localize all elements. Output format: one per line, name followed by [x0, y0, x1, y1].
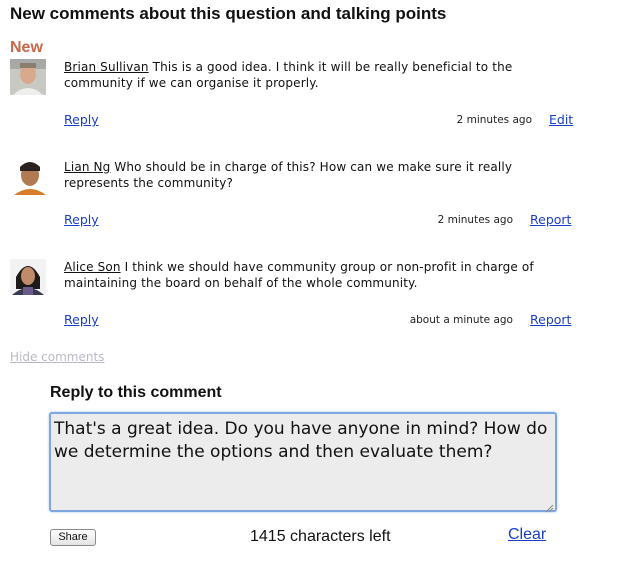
hide-comments-link[interactable]: Hide comments	[10, 350, 104, 364]
report-link[interactable]: Report	[530, 212, 571, 227]
clear-link[interactable]: Clear	[508, 526, 546, 544]
reply-link[interactable]: Reply	[64, 312, 99, 327]
comment-timestamp: 2 minutes ago	[456, 114, 532, 126]
report-link[interactable]: Report	[530, 312, 571, 327]
characters-left-counter: 1415 characters left	[250, 528, 391, 545]
comment-text: Alice Son I think we should have communi…	[64, 259, 569, 291]
reply-link[interactable]: Reply	[64, 212, 99, 227]
author-link[interactable]: Lian Ng	[64, 160, 110, 174]
reply-textarea[interactable]: That's a great idea. Do you have anyone …	[49, 412, 557, 512]
resize-grip-icon[interactable]	[544, 498, 554, 513]
author-link[interactable]: Brian Sullivan	[64, 60, 149, 74]
reply-link[interactable]: Reply	[64, 112, 99, 127]
author-link[interactable]: Alice Son	[64, 260, 121, 274]
reply-heading: Reply to this comment	[50, 384, 222, 401]
comment-timestamp: 2 minutes ago	[437, 214, 513, 226]
share-button[interactable]: Share	[50, 529, 96, 546]
comment-body: I think we should have community group o…	[64, 260, 534, 290]
comment-text: Brian Sullivan This is a good idea. I th…	[64, 59, 569, 91]
comment-item: Alice Son I think we should have communi…	[0, 259, 617, 349]
page-title: New comments about this question and tal…	[10, 4, 447, 23]
comment-item: Brian Sullivan This is a good idea. I th…	[0, 59, 617, 149]
comment-timestamp: about a minute ago	[409, 314, 513, 326]
comment-body: Who should be in charge of this? How can…	[64, 160, 513, 190]
avatar	[10, 159, 46, 195]
comment-item: Lian Ng Who should be in charge of this?…	[0, 159, 617, 249]
new-label: New	[10, 39, 43, 56]
edit-link[interactable]: Edit	[549, 112, 573, 127]
avatar	[10, 59, 46, 95]
avatar	[10, 259, 46, 295]
comment-text: Lian Ng Who should be in charge of this?…	[64, 159, 569, 191]
